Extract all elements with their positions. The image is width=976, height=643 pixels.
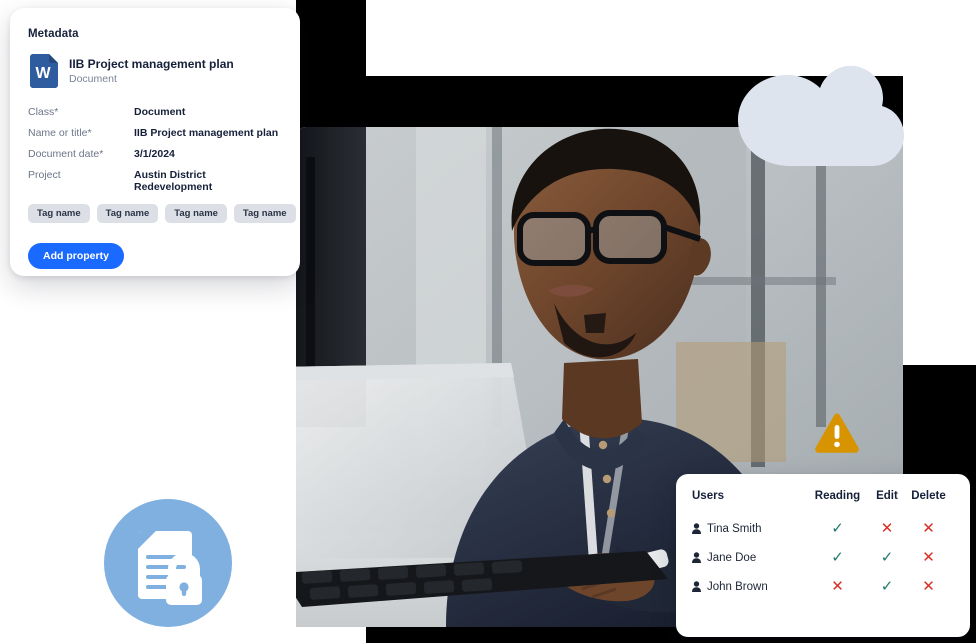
column-header-delete: Delete [911, 490, 946, 502]
tag-chip[interactable]: Tag name [28, 204, 90, 223]
table-header-row: Users Reading Edit Delete [692, 486, 954, 514]
collage-notch-bottom [100, 627, 366, 643]
property-row: Document date* 3/1/2024 [28, 148, 282, 160]
person-icon [692, 552, 701, 563]
word-document-icon: W [30, 54, 58, 88]
property-value: IIB Project management plan [134, 127, 279, 139]
property-row: Name or title* IIB Project management pl… [28, 127, 282, 139]
check-icon: ✓ [880, 549, 894, 566]
tag-list: Tag name Tag name Tag name Tag name [28, 204, 296, 223]
collage-notch-top [366, 0, 976, 76]
check-icon: ✓ [831, 520, 844, 537]
tag-chip[interactable]: Tag name [96, 204, 159, 223]
metadata-card-title: Metadata [28, 28, 79, 40]
permission-delete[interactable]: ✕ [903, 572, 954, 601]
permissions-table: Users Reading Edit Delete Tina Smith ✓ ✕… [692, 486, 954, 601]
permission-delete[interactable]: ✕ [903, 543, 954, 572]
check-icon: ✓ [831, 549, 844, 566]
property-row: Class* Document [28, 106, 282, 118]
property-label: Name or title* [28, 127, 92, 139]
svg-text:W: W [35, 65, 51, 82]
cross-icon: ✕ [922, 520, 935, 537]
document-lock-icon [104, 499, 232, 627]
document-summary: W IIB Project management plan Document [28, 54, 282, 88]
column-header-edit: Edit [876, 490, 898, 502]
permission-reading[interactable]: ✕ [804, 572, 871, 601]
check-icon: ✓ [880, 578, 894, 595]
property-row: Project Austin District Redevelopment [28, 169, 282, 193]
tag-chip[interactable]: Tag name [165, 204, 227, 223]
metadata-card: Metadata W IIB Project management plan D… [10, 8, 300, 276]
property-label: Class* [28, 106, 59, 118]
property-list: Class* Document Name or title* IIB Proje… [28, 106, 282, 193]
table-row[interactable]: Tina Smith ✓ ✕ ✕ [692, 514, 954, 543]
document-name: IIB Project management plan [69, 56, 234, 71]
user-cell: John Brown [692, 572, 804, 601]
person-icon [692, 523, 701, 534]
column-header-users: Users [692, 490, 724, 502]
permissions-card: Users Reading Edit Delete Tina Smith ✓ ✕… [676, 474, 970, 637]
user-name: Tina Smith [707, 522, 762, 535]
table-row[interactable]: Jane Doe ✓ ✓ ✕ [692, 543, 954, 572]
permission-edit[interactable]: ✕ [871, 514, 903, 543]
warning-triangle-icon [815, 413, 859, 453]
user-cell: Tina Smith [692, 514, 804, 543]
user-name: John Brown [707, 580, 768, 593]
user-cell: Jane Doe [692, 543, 804, 572]
property-value: Austin District Redevelopment [134, 169, 213, 193]
collage-notch-left [0, 311, 100, 643]
permission-delete[interactable]: ✕ [903, 514, 954, 543]
user-name: Jane Doe [707, 551, 757, 564]
permission-edit[interactable]: ✓ [871, 543, 903, 572]
property-value: 3/1/2024 [134, 148, 175, 160]
property-label: Project [28, 169, 61, 181]
cross-icon: ✕ [922, 578, 935, 595]
permission-edit[interactable]: ✓ [871, 572, 903, 601]
cross-icon: ✕ [880, 520, 894, 537]
document-type: Document [69, 72, 117, 85]
add-property-button[interactable]: Add property [28, 243, 124, 269]
person-icon [692, 581, 701, 592]
cross-icon: ✕ [922, 549, 935, 566]
permission-reading[interactable]: ✓ [804, 543, 871, 572]
property-label: Document date* [28, 148, 104, 160]
permission-reading[interactable]: ✓ [804, 514, 871, 543]
hero-composition: Metadata W IIB Project management plan D… [0, 0, 976, 643]
property-value: Document [134, 106, 186, 118]
column-header-reading: Reading [814, 490, 861, 502]
cross-icon: ✕ [831, 578, 844, 595]
table-row[interactable]: John Brown ✕ ✓ ✕ [692, 572, 954, 601]
tag-chip[interactable]: Tag name [233, 204, 296, 223]
